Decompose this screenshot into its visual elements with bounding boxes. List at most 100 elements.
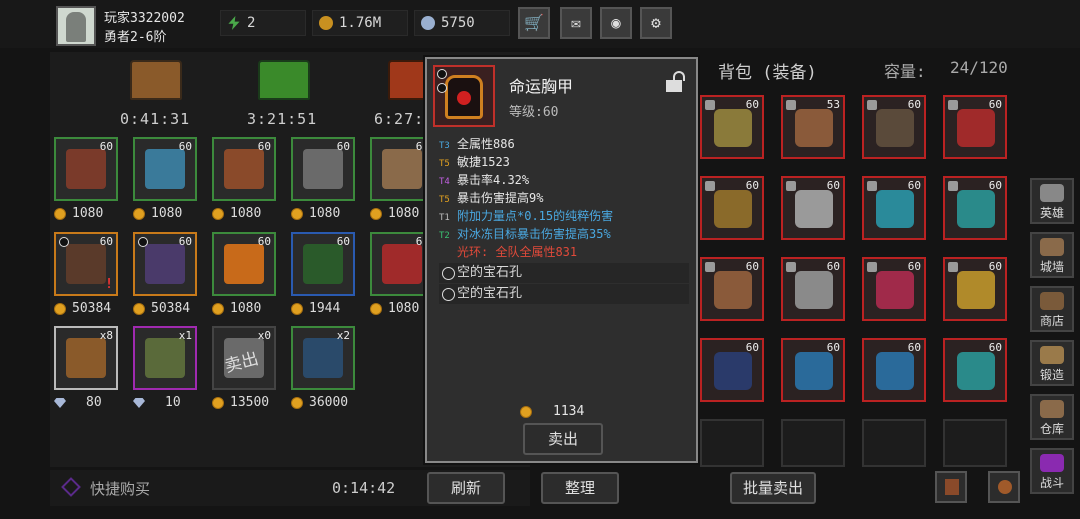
side-nav-portal[interactable]: 战斗: [1030, 448, 1074, 494]
shop-cart-button[interactable]: 🛒: [518, 7, 550, 39]
portal-icon: [1040, 454, 1064, 472]
backpack-slot[interactable]: 60: [862, 95, 926, 159]
backpack-slot[interactable]: 53: [781, 95, 845, 159]
backpack-slot[interactable]: 60: [943, 257, 1007, 321]
item-price: 1080: [212, 206, 282, 222]
backpack-slot[interactable]: 60: [943, 338, 1007, 402]
backpack-slot-empty[interactable]: [781, 419, 845, 467]
mail-button[interactable]: ✉: [560, 7, 592, 39]
gold-counter: 1.76M: [312, 10, 408, 36]
backpack-slot-empty[interactable]: [700, 419, 764, 467]
item-art: [714, 271, 752, 309]
avatar[interactable]: [56, 6, 96, 46]
item-art: [145, 149, 185, 189]
backpack-slot[interactable]: 60: [943, 95, 1007, 159]
backpack-slot-empty[interactable]: [862, 419, 926, 467]
side-nav-label: 商店: [1039, 314, 1064, 328]
item-art: [224, 244, 264, 284]
backpack-slot[interactable]: 60: [700, 95, 764, 159]
shop-slot[interactable]: 60: [54, 137, 118, 201]
lock-icon: [705, 181, 715, 191]
gamepad-button[interactable]: ◉: [600, 7, 632, 39]
item-price: 1080: [54, 206, 124, 222]
shop-slot[interactable]: x1: [133, 326, 197, 390]
item-art: [714, 190, 752, 228]
shop-icon: [1040, 292, 1064, 310]
item-count: 60: [826, 260, 840, 273]
shop-slot[interactable]: 60: [291, 137, 355, 201]
alert-icon: !: [105, 277, 113, 292]
backpack-slot[interactable]: 60: [943, 176, 1007, 240]
item-art: [303, 338, 343, 378]
coin-icon: [291, 397, 303, 409]
shop-slot[interactable]: 60: [133, 137, 197, 201]
sell-button[interactable]: 卖出: [523, 423, 603, 455]
chest-timer-2: 3:21:51: [247, 110, 318, 128]
side-nav-wall[interactable]: 城墙: [1030, 232, 1074, 278]
backpack-slot[interactable]: 60: [862, 257, 926, 321]
item-count: 53: [826, 98, 840, 111]
side-nav-shop[interactable]: 商店: [1030, 286, 1074, 332]
item-art: [876, 352, 914, 390]
bulk-sell-button[interactable]: 批量卖出: [730, 472, 816, 504]
mail-icon: ✉: [571, 13, 581, 32]
shop-slot[interactable]: 60: [212, 232, 276, 296]
chest-wooden[interactable]: [130, 60, 182, 100]
shop-slot[interactable]: x0 卖出: [212, 326, 276, 390]
stat-line: T1 附加力量点*0.15的纯粹伤害: [439, 207, 689, 225]
coin-icon: [212, 208, 224, 220]
sort-button[interactable]: 整理: [541, 472, 619, 504]
backpack-slot[interactable]: 60: [862, 176, 926, 240]
item-art: [382, 149, 422, 189]
gold-value: 1.76M: [339, 15, 382, 31]
chest-green[interactable]: [258, 60, 310, 100]
gem-socket-2[interactable]: 空的宝石孔: [439, 284, 689, 304]
unlock-icon[interactable]: [665, 71, 685, 93]
settings-button[interactable]: ⚙: [640, 7, 672, 39]
backpack-slot[interactable]: 60: [781, 338, 845, 402]
gem-socket-1[interactable]: 空的宝石孔: [439, 263, 689, 283]
item-count: 60: [99, 235, 113, 248]
coin-icon: [133, 303, 145, 315]
shop-slot[interactable]: 60: [291, 232, 355, 296]
refresh-button[interactable]: 刷新: [427, 472, 505, 504]
stat-text: 敏捷1523: [457, 155, 510, 169]
stat-line: T5 敏捷1523: [439, 153, 689, 171]
price-value: 1080: [388, 206, 420, 221]
item-count: 60: [907, 260, 921, 273]
side-nav-anvil[interactable]: 锻造: [1030, 340, 1074, 386]
backpack-slot[interactable]: 60: [781, 257, 845, 321]
chest-red[interactable]: [388, 60, 428, 100]
coin-icon: [291, 208, 303, 220]
item-art: [66, 338, 106, 378]
backpack-slot[interactable]: 60: [862, 338, 926, 402]
backpack-slot[interactable]: 60: [700, 176, 764, 240]
side-nav-warehouse[interactable]: 仓库: [1030, 394, 1074, 440]
coin-icon: [291, 303, 303, 315]
shop-slot[interactable]: 60: [212, 137, 276, 201]
item-art: [795, 109, 833, 147]
lock-icon: [948, 181, 958, 191]
item-count: 60: [257, 235, 271, 248]
backpack-slot[interactable]: 60: [700, 338, 764, 402]
coin-icon: [54, 303, 66, 315]
chestplate-gem: [457, 91, 471, 105]
coin-icon: [212, 397, 224, 409]
player-rank: 勇者2-6阶: [104, 30, 167, 45]
side-nav-label: 城墙: [1039, 260, 1064, 274]
backpack-slot-empty[interactable]: [943, 419, 1007, 467]
shop-slot[interactable]: x8: [54, 326, 118, 390]
item-price: 1080: [291, 206, 361, 222]
armor-filter-button[interactable]: [935, 471, 967, 503]
socket-indicator-2: [437, 83, 447, 93]
backpack-slot[interactable]: 60: [781, 176, 845, 240]
shop-slot[interactable]: 60!: [54, 232, 118, 296]
backpack-slot[interactable]: 60: [700, 257, 764, 321]
shop-slot[interactable]: x2: [291, 326, 355, 390]
side-nav-label: 仓库: [1039, 422, 1064, 436]
quick-buy-label[interactable]: 快捷购买: [90, 478, 150, 499]
pouch-filter-button[interactable]: [988, 471, 1020, 503]
side-nav-helmet[interactable]: 英雄: [1030, 178, 1074, 224]
lock-icon: [867, 100, 877, 110]
shop-slot[interactable]: 60: [133, 232, 197, 296]
